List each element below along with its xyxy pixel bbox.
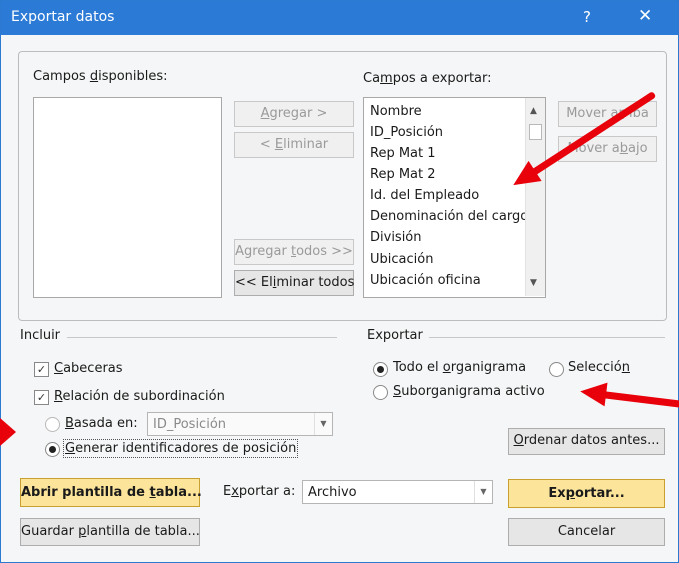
- title-bar: Exportar datos ? ✕: [1, 1, 678, 35]
- annotation-arrow: [0, 418, 16, 446]
- list-item[interactable]: Rep Mat 2: [370, 167, 436, 182]
- scroll-down-icon[interactable]: ▼: [530, 278, 537, 288]
- include-label: Incluir: [20, 328, 61, 343]
- scroll-up-icon[interactable]: ▲: [530, 106, 537, 116]
- selection-radio[interactable]: [549, 362, 564, 377]
- export-fields-label: Campos a exportar:: [363, 71, 492, 86]
- add-all-button[interactable]: Agregar todos >>: [234, 239, 354, 265]
- chevron-down-icon[interactable]: ▼: [474, 481, 492, 503]
- active-subchart-label[interactable]: Suborganigrama activo: [393, 384, 545, 399]
- help-icon[interactable]: ?: [583, 8, 591, 26]
- subordination-label[interactable]: Relación de subordinación: [54, 389, 225, 404]
- available-fields-list[interactable]: [33, 97, 222, 298]
- based-on-radio[interactable]: [45, 417, 60, 432]
- list-item[interactable]: Nombre: [370, 104, 422, 119]
- selection-label[interactable]: Selección: [568, 360, 630, 375]
- subordination-checkbox[interactable]: ✓: [34, 390, 49, 405]
- list-item[interactable]: Id. del Empleado: [370, 188, 479, 203]
- export-divider: [429, 337, 665, 338]
- window-title: Exportar datos: [11, 9, 115, 25]
- scroll-thumb[interactable]: [529, 124, 542, 140]
- save-template-button[interactable]: Guardar plantilla de tabla...: [20, 518, 200, 546]
- whole-chart-label[interactable]: Todo el organigrama: [393, 360, 526, 375]
- generate-ids-label[interactable]: Generar identificadores de posición: [63, 439, 299, 458]
- generate-ids-radio[interactable]: [45, 442, 60, 457]
- list-item[interactable]: Rep Mat 1: [370, 146, 436, 161]
- list-item[interactable]: ID_Posición: [370, 125, 443, 140]
- active-subchart-radio[interactable]: [373, 385, 388, 400]
- chevron-down-icon[interactable]: ▼: [314, 413, 332, 435]
- export-to-select[interactable]: Archivo ▼: [302, 480, 493, 504]
- whole-chart-radio[interactable]: [373, 362, 388, 377]
- include-divider: [67, 337, 337, 338]
- headers-label[interactable]: Cabeceras: [54, 361, 123, 376]
- list-item[interactable]: Ubicación: [370, 252, 433, 267]
- list-item[interactable]: División: [370, 230, 422, 245]
- list-item[interactable]: Denominación del cargo: [370, 209, 528, 224]
- list-item[interactable]: Ubicación oficina: [370, 273, 481, 288]
- open-template-button[interactable]: Abrir plantilla de tabla...: [20, 478, 202, 507]
- remove-button[interactable]: < Eliminar: [234, 132, 354, 158]
- export-button[interactable]: Exportar...: [508, 479, 665, 508]
- based-on-label[interactable]: Basada en:: [65, 416, 138, 431]
- sort-data-button[interactable]: Ordenar datos antes...: [508, 428, 665, 455]
- available-fields-label: Campos disponibles:: [33, 69, 168, 84]
- remove-all-button[interactable]: << Eliminar todos: [234, 270, 354, 296]
- scrollbar[interactable]: ▲ ▼: [525, 98, 545, 296]
- based-on-select[interactable]: ID_Posición ▼: [147, 412, 333, 436]
- close-icon[interactable]: ✕: [638, 6, 652, 26]
- headers-checkbox[interactable]: ✓: [34, 362, 49, 377]
- export-to-label: Exportar a:: [223, 484, 296, 499]
- add-button[interactable]: Agregar >: [234, 101, 354, 127]
- export-label: Exportar: [367, 328, 423, 343]
- cancel-button[interactable]: Cancelar: [508, 518, 665, 546]
- export-fields-list[interactable]: Nombre ID_Posición Rep Mat 1 Rep Mat 2 I…: [363, 97, 546, 298]
- export-data-dialog: Exportar datos ? ✕ Campos disponibles: A…: [0, 0, 679, 563]
